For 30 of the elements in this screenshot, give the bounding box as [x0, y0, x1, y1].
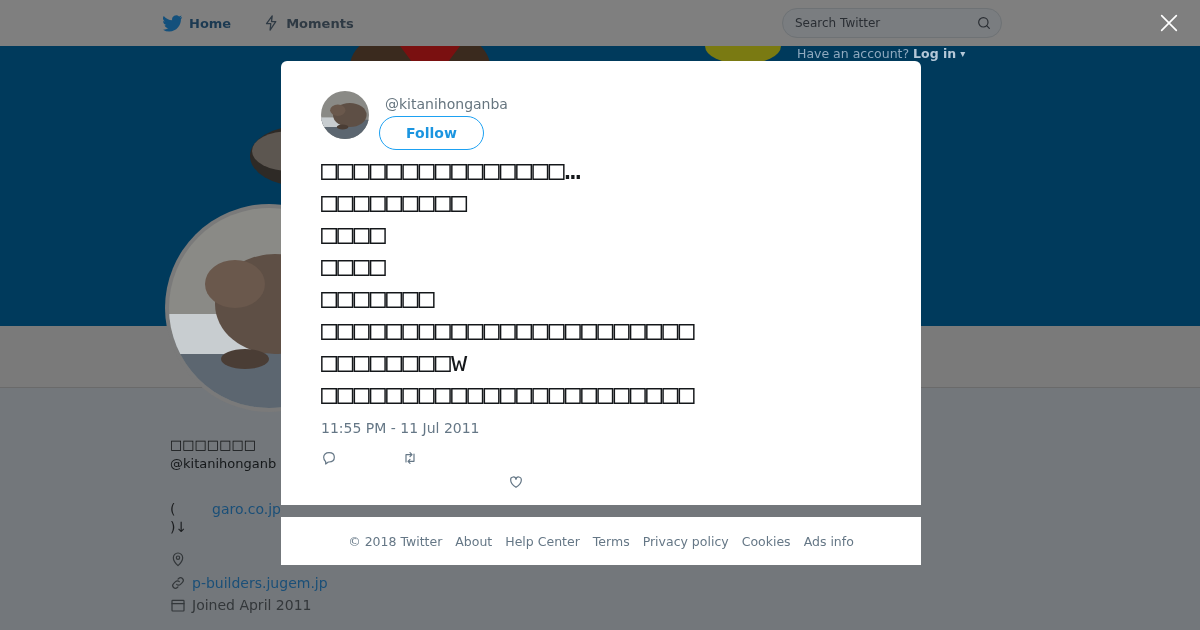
joined-text: Joined April 2011: [192, 597, 312, 613]
profile-handle: @kitanihonganb: [170, 456, 277, 471]
copyright-text: © 2018 Twitter: [348, 533, 443, 549]
footer-link[interactable]: Cookies: [741, 533, 791, 549]
nav-link[interactable]: Moments: [263, 13, 354, 33]
tweet-time: 11:55 PM - 11 Jul 2011: [321, 420, 481, 436]
retweet-button[interactable]: [402, 450, 418, 466]
bio-text: (: [170, 501, 177, 517]
retweet-icon: [402, 450, 418, 466]
footer-link[interactable]: Privacy policy: [642, 533, 729, 549]
search-icon: [976, 15, 992, 31]
close-icon: [1158, 12, 1180, 34]
footer-link[interactable]: Terms: [592, 533, 630, 549]
footer-link[interactable]: Help Center: [505, 533, 580, 549]
tweet-text-line: □□□□□□□□w: [321, 346, 469, 378]
heart-icon: [508, 474, 524, 490]
footer-link[interactable]: Ads info: [803, 533, 854, 549]
calendar-icon: [170, 597, 186, 613]
location-icon: [170, 551, 186, 567]
reply-icon: [321, 450, 337, 466]
bio-text: )↓: [170, 519, 189, 535]
nav-link[interactable]: Home: [163, 14, 232, 32]
reply-button[interactable]: [321, 450, 337, 466]
link-icon: [170, 575, 186, 591]
bird-icon: [163, 14, 183, 32]
like-button[interactable]: [508, 474, 524, 490]
footer-link[interactable]: About: [455, 533, 493, 549]
search-field[interactable]: Search Twitter: [782, 8, 1002, 38]
tweet-text-line: □□□□□□□□□□□□□□□□□□□□□□□: [321, 378, 696, 410]
profile-name: □□□□□□□: [170, 436, 256, 454]
